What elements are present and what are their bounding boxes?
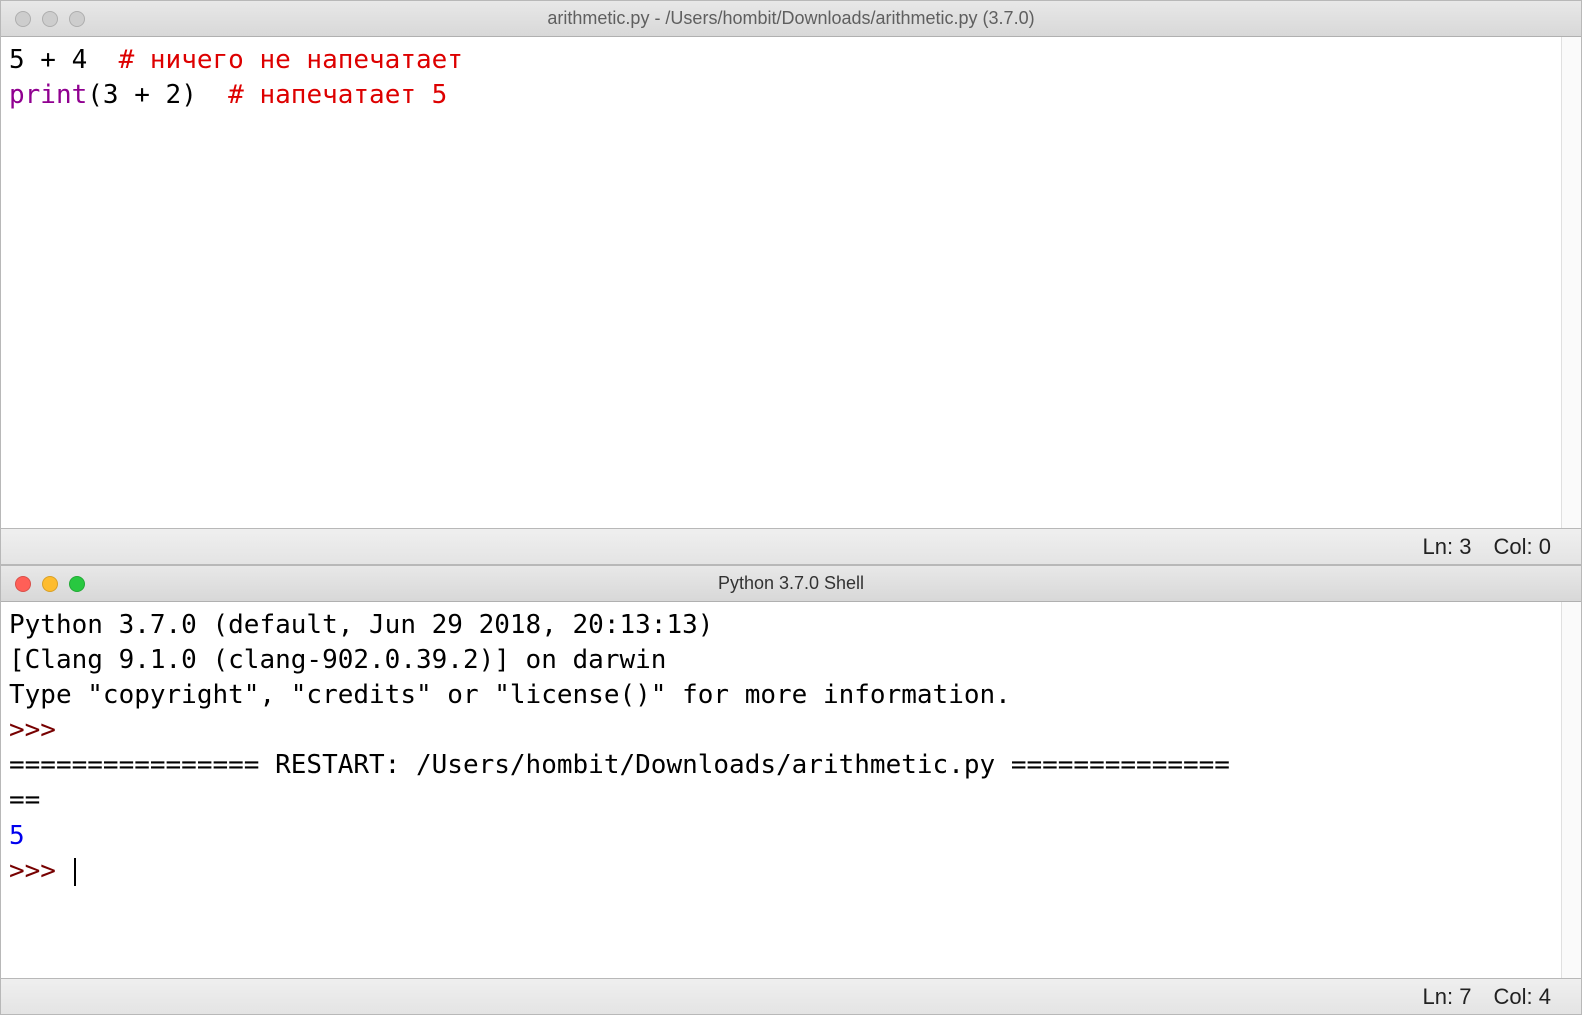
shell-traffic-lights bbox=[1, 576, 85, 592]
shell-prompt: >>> bbox=[9, 715, 72, 745]
shell-program-output: 5 bbox=[9, 821, 25, 851]
line-indicator: Ln: 3 bbox=[1423, 534, 1472, 560]
shell-window: Python 3.7.0 Shell Python 3.7.0 (default… bbox=[0, 565, 1582, 1015]
text-cursor bbox=[74, 858, 76, 886]
editor-vertical-scrollbar[interactable] bbox=[1561, 37, 1581, 528]
editor-window-title: arithmetic.py - /Users/hombit/Downloads/… bbox=[1, 8, 1581, 29]
editor-content-area[interactable]: 5 + 4 # ничего не напечатает print(3 + 2… bbox=[1, 37, 1581, 528]
shell-window-title: Python 3.7.0 Shell bbox=[1, 573, 1581, 594]
code-comment: # ничего не напечатает bbox=[119, 45, 463, 75]
code-expression: 5 + 4 bbox=[9, 45, 119, 75]
column-indicator: Col: 4 bbox=[1494, 984, 1552, 1010]
shell-banner-line: [Clang 9.1.0 (clang-902.0.39.2)] on darw… bbox=[9, 645, 666, 675]
code-comment: # напечатает 5 bbox=[228, 80, 447, 110]
minimize-button[interactable] bbox=[42, 11, 58, 27]
shell-banner-line: Type "copyright", "credits" or "license(… bbox=[9, 680, 1011, 710]
close-button[interactable] bbox=[15, 576, 31, 592]
minimize-button[interactable] bbox=[42, 576, 58, 592]
shell-banner-line: Python 3.7.0 (default, Jun 29 2018, 20:1… bbox=[9, 610, 729, 640]
column-indicator: Col: 0 bbox=[1494, 534, 1552, 560]
code-builtin: print bbox=[9, 80, 87, 110]
editor-code[interactable]: 5 + 4 # ничего не напечатает print(3 + 2… bbox=[1, 37, 1581, 119]
editor-traffic-lights bbox=[1, 11, 85, 27]
shell-output[interactable]: Python 3.7.0 (default, Jun 29 2018, 20:1… bbox=[1, 602, 1581, 895]
shell-restart-banner: ================ RESTART: /Users/hombit/… bbox=[9, 750, 1230, 780]
editor-titlebar[interactable]: arithmetic.py - /Users/hombit/Downloads/… bbox=[1, 1, 1581, 37]
shell-titlebar[interactable]: Python 3.7.0 Shell bbox=[1, 566, 1581, 602]
close-button[interactable] bbox=[15, 11, 31, 27]
maximize-button[interactable] bbox=[69, 11, 85, 27]
maximize-button[interactable] bbox=[69, 576, 85, 592]
shell-content-area[interactable]: Python 3.7.0 (default, Jun 29 2018, 20:1… bbox=[1, 602, 1581, 978]
shell-restart-banner: == bbox=[9, 785, 40, 815]
shell-prompt: >>> bbox=[9, 856, 72, 886]
editor-statusbar: Ln: 3 Col: 0 bbox=[1, 528, 1581, 564]
shell-statusbar: Ln: 7 Col: 4 bbox=[1, 978, 1581, 1014]
code-args: (3 + 2) bbox=[87, 80, 228, 110]
editor-window: arithmetic.py - /Users/hombit/Downloads/… bbox=[0, 0, 1582, 565]
shell-vertical-scrollbar[interactable] bbox=[1561, 602, 1581, 978]
line-indicator: Ln: 7 bbox=[1423, 984, 1472, 1010]
